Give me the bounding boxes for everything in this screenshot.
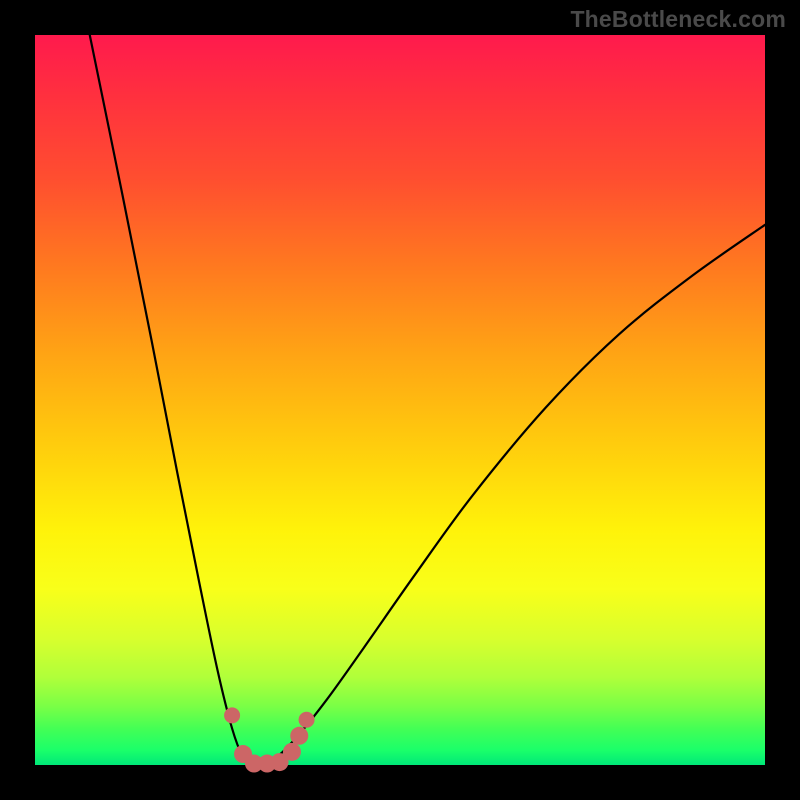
- bottleneck-curve: [90, 35, 765, 766]
- watermark-text: TheBottleneck.com: [570, 6, 786, 33]
- marker-dot: [290, 727, 308, 745]
- marker-dot: [299, 712, 315, 728]
- marker-dot: [283, 743, 301, 761]
- plot-area: [35, 35, 765, 765]
- curve-svg: [35, 35, 765, 765]
- chart-frame: TheBottleneck.com: [0, 0, 800, 800]
- marker-dot: [224, 707, 240, 723]
- marker-group: [224, 707, 314, 772]
